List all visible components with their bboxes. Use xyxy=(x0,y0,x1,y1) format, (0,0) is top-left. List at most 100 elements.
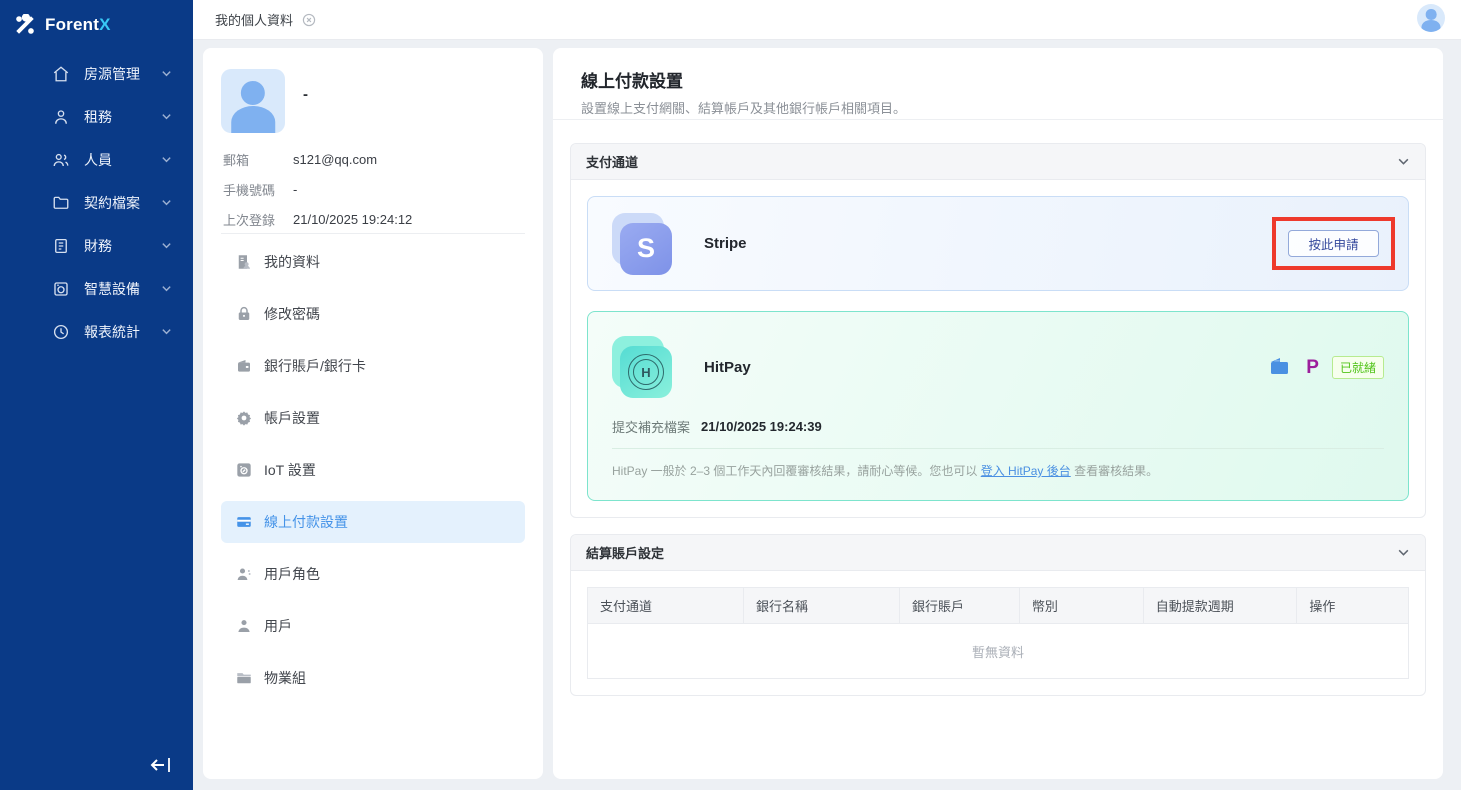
chevron-down-icon xyxy=(161,240,172,251)
profile-menu-bank-account[interactable]: 銀行賬戶/銀行卡 xyxy=(221,345,525,387)
settlement-account-header[interactable]: 結算賬戶設定 xyxy=(571,535,1425,571)
lock-icon xyxy=(235,305,253,323)
profile-card: - 郵箱 s121@qq.com 手機號碼 - 上次登錄 21/10/2025 … xyxy=(203,48,543,779)
settlement-account-section: 結算賬戶設定 支付通道 銀行名稱 銀行賬戶 幣別 自動提款週期 操作 xyxy=(570,534,1426,696)
col-auto-withdraw-cycle: 自動提款週期 xyxy=(1143,588,1297,624)
submitted-value: 21/10/2025 19:24:39 xyxy=(701,419,822,434)
sidebar: ForentX 房源管理 租務 人員 契約檔案 財務 xyxy=(0,0,193,790)
hitpay-name: HitPay xyxy=(704,359,751,376)
profile-fields: 郵箱 s121@qq.com 手機號碼 - 上次登錄 21/10/2025 19… xyxy=(223,144,523,234)
profile-menu-users[interactable]: 用戶 xyxy=(221,605,525,647)
page-header: 線上付款設置 設置線上支付網關、結算帳戶及其他銀行帳戶相關項目。 xyxy=(553,48,1443,120)
id-card-icon xyxy=(235,253,253,271)
stripe-name: Stripe xyxy=(704,235,747,252)
status-badge: 已就緒 xyxy=(1332,356,1384,379)
people-icon xyxy=(52,151,70,169)
hitpay-header-row: H HitPay P 已就緒 xyxy=(612,312,1384,398)
chevron-down-icon[interactable] xyxy=(1397,546,1410,559)
stripe-gateway-card: S Stripe 按此申請 xyxy=(587,196,1409,291)
profile-field-email: 郵箱 s121@qq.com xyxy=(223,144,523,174)
chevron-down-icon xyxy=(161,111,172,122)
wallet-icon xyxy=(235,357,253,375)
sidebar-item-personnel[interactable]: 人員 xyxy=(0,138,193,181)
red-highlight-annotation: 按此申請 xyxy=(1272,217,1395,270)
sidebar-item-contracts[interactable]: 契約檔案 xyxy=(0,181,193,224)
iot-icon xyxy=(235,461,253,479)
profile-avatar xyxy=(221,69,285,133)
collapse-arrow-icon xyxy=(150,756,174,774)
user-role-icon xyxy=(235,565,253,583)
wallet-pay-icon xyxy=(1269,357,1293,377)
main-content: 支付通道 S Stripe 按此申請 xyxy=(553,120,1443,696)
col-payment-channel: 支付通道 xyxy=(588,588,744,624)
avatar[interactable] xyxy=(1417,4,1445,32)
divider xyxy=(612,448,1384,449)
profile-name: - xyxy=(303,86,308,103)
brand-logo: ForentX xyxy=(0,0,193,40)
main-panel: 線上付款設置 設置線上支付網關、結算帳戶及其他銀行帳戶相關項目。 支付通道 S … xyxy=(553,48,1443,779)
hitpay-gateway-card: H HitPay P 已就緒 提交補充檔案 21/10/2025 19:24:3… xyxy=(587,311,1409,501)
credit-card-icon xyxy=(235,513,253,531)
chevron-down-icon xyxy=(161,283,172,294)
tenant-icon xyxy=(52,108,70,126)
settlement-account-body: 支付通道 銀行名稱 銀行賬戶 幣別 自動提款週期 操作 暫無資料 xyxy=(571,571,1425,695)
profile-menu-account-settings[interactable]: 帳戶設置 xyxy=(221,397,525,439)
close-icon[interactable] xyxy=(302,13,316,27)
payment-channels-section: 支付通道 S Stripe 按此申請 xyxy=(570,143,1426,518)
chevron-down-icon xyxy=(161,197,172,208)
profile-menu-iot-settings[interactable]: IoT 設置 xyxy=(221,449,525,491)
col-bank-name: 銀行名稱 xyxy=(743,588,899,624)
hitpay-status-icons: P 已就緒 xyxy=(1269,356,1384,379)
brand-name: ForentX xyxy=(45,15,111,35)
settlement-table: 支付通道 銀行名稱 銀行賬戶 幣別 自動提款週期 操作 暫無資料 xyxy=(587,587,1409,679)
profile-menu-property-group[interactable]: 物業組 xyxy=(221,657,525,699)
payment-channels-body: S Stripe 按此申請 H xyxy=(571,180,1425,517)
profile-menu-online-payment[interactable]: 線上付款設置 xyxy=(221,501,525,543)
sidebar-collapse-button[interactable] xyxy=(150,756,174,774)
brand-x-icon xyxy=(14,14,36,36)
empty-state-text: 暫無資料 xyxy=(588,624,1409,679)
table-empty-row: 暫無資料 xyxy=(588,624,1409,679)
sidebar-item-finance[interactable]: 財務 xyxy=(0,224,193,267)
person-icon xyxy=(221,69,285,133)
divider xyxy=(221,233,525,234)
col-bank-account: 銀行賬戶 xyxy=(899,588,1019,624)
col-actions: 操作 xyxy=(1297,588,1409,624)
person-icon xyxy=(1417,4,1445,32)
gear-icon xyxy=(235,409,253,427)
device-icon xyxy=(52,280,70,298)
hitpay-submitted-row: 提交補充檔案 21/10/2025 19:24:39 xyxy=(612,417,1384,436)
submitted-label: 提交補充檔案 xyxy=(612,417,701,436)
profile-menu-user-roles[interactable]: 用戶角色 xyxy=(221,553,525,595)
table-header-row: 支付通道 銀行名稱 銀行賬戶 幣別 自動提款週期 操作 xyxy=(588,588,1409,624)
profile-field-last-login: 上次登錄 21/10/2025 19:24:12 xyxy=(223,204,523,234)
profile-menu-my-info[interactable]: 我的資料 xyxy=(221,241,525,283)
payment-channels-header[interactable]: 支付通道 xyxy=(571,144,1425,180)
hitpay-review-note: HitPay 一般於 2–3 個工作天內回覆審核結果，請耐心等候。您也可以 登入… xyxy=(612,462,1384,479)
chevron-down-icon[interactable] xyxy=(1397,155,1410,168)
hitpay-icon: H xyxy=(612,336,674,398)
report-icon xyxy=(52,323,70,341)
sidebar-item-reports[interactable]: 報表統計 xyxy=(0,310,193,353)
sidebar-menu: 房源管理 租務 人員 契約檔案 財務 智慧設備 xyxy=(0,52,193,353)
folder-icon xyxy=(52,194,70,212)
profile-field-phone: 手機號碼 - xyxy=(223,174,523,204)
tab-my-profile[interactable]: 我的個人資料 xyxy=(215,10,316,29)
property-group-icon xyxy=(235,669,253,687)
chevron-down-icon xyxy=(161,68,172,79)
apply-stripe-button[interactable]: 按此申請 xyxy=(1288,230,1379,257)
sidebar-item-tenancy[interactable]: 租務 xyxy=(0,95,193,138)
profile-menu: 我的資料 修改密碼 銀行賬戶/銀行卡 帳戶設置 IoT 設置 線上付款設置 用戶… xyxy=(221,241,525,709)
sidebar-item-properties[interactable]: 房源管理 xyxy=(0,52,193,95)
sidebar-item-smart-devices[interactable]: 智慧設備 xyxy=(0,267,193,310)
profile-menu-change-password[interactable]: 修改密碼 xyxy=(221,293,525,335)
finance-icon xyxy=(52,237,70,255)
stripe-icon: S xyxy=(612,213,674,275)
home-icon xyxy=(52,65,70,83)
chevron-down-icon xyxy=(161,154,172,165)
page-subtitle: 設置線上支付網關、結算帳戶及其他銀行帳戶相關項目。 xyxy=(581,98,1415,117)
user-icon xyxy=(235,617,253,635)
hitpay-backend-link[interactable]: 登入 HitPay 後台 xyxy=(981,464,1071,478)
chevron-down-icon xyxy=(161,326,172,337)
paynow-icon: P xyxy=(1306,358,1319,377)
